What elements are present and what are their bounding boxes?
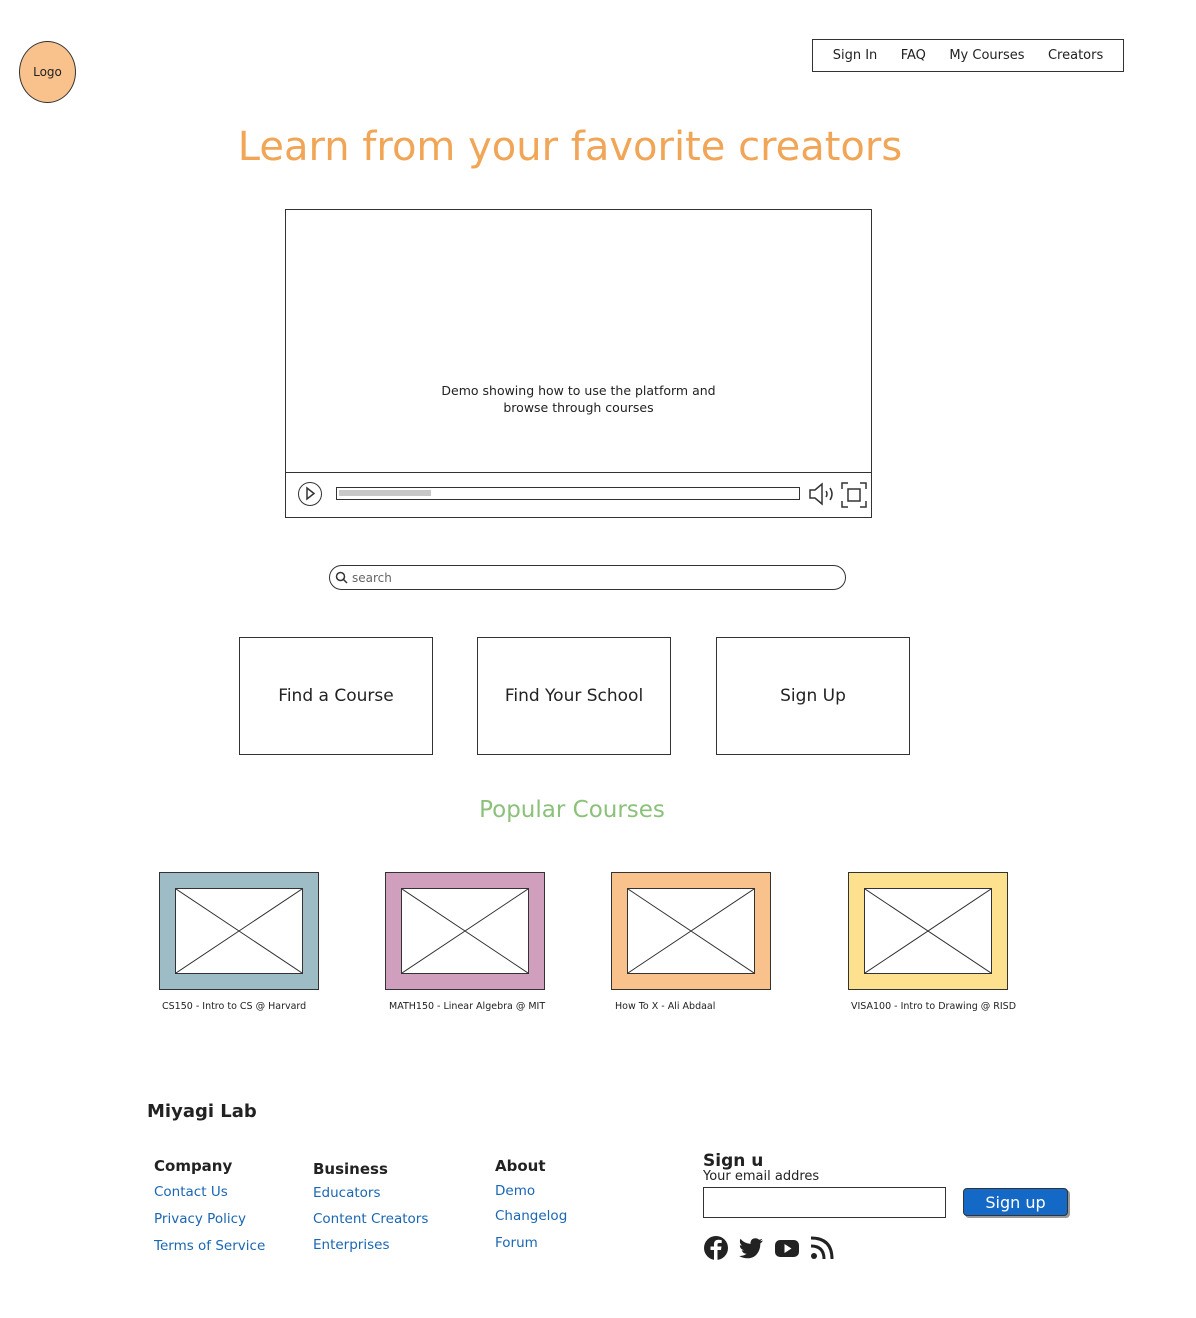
course-card-thumbnail[interactable] (848, 872, 1008, 990)
nav-faq[interactable]: FAQ (901, 48, 926, 63)
youtube-icon[interactable] (774, 1235, 800, 1261)
play-icon (306, 486, 316, 501)
image-placeholder (175, 888, 303, 974)
logo[interactable]: Logo (19, 41, 76, 103)
sign-up-button[interactable]: Sign Up (716, 637, 910, 755)
rss-icon[interactable] (809, 1235, 835, 1261)
search-bar (329, 565, 846, 590)
image-placeholder (401, 888, 529, 974)
search-input[interactable] (350, 568, 834, 588)
image-placeholder (864, 888, 992, 974)
footer-link-demo[interactable]: Demo (495, 1183, 535, 1199)
course-label[interactable]: MATH150 - Linear Algebra @ MIT (389, 1001, 545, 1012)
image-placeholder-icon (865, 889, 991, 973)
image-placeholder (627, 888, 755, 974)
course-label[interactable]: VISA100 - Intro to Drawing @ RISD (851, 1001, 1016, 1012)
fullscreen-icon[interactable] (841, 482, 867, 508)
footer-brand: Miyagi Lab (147, 1101, 257, 1122)
video-controls (286, 472, 871, 517)
facebook-icon[interactable] (703, 1235, 729, 1261)
logo-label: Logo (33, 65, 62, 79)
image-placeholder-icon (176, 889, 302, 973)
email-label: Your email addres (703, 1169, 820, 1184)
image-placeholder-icon (402, 889, 528, 973)
nav-creators[interactable]: Creators (1048, 48, 1103, 63)
nav-my-courses[interactable]: My Courses (949, 48, 1024, 63)
video-caption-line-1: Demo showing how to use the platform and (441, 383, 716, 398)
image-placeholder-icon (628, 889, 754, 973)
twitter-icon[interactable] (738, 1235, 764, 1261)
footer-link-content-creators[interactable]: Content Creators (313, 1211, 428, 1227)
newsletter-heading: Sign u (703, 1151, 764, 1171)
footer-heading-about: About (495, 1157, 546, 1175)
footer-link-forum[interactable]: Forum (495, 1235, 538, 1251)
email-field[interactable] (703, 1187, 946, 1218)
find-school-button[interactable]: Find Your School (477, 637, 671, 755)
search-icon (335, 571, 348, 584)
video-progress-fill (339, 490, 431, 496)
footer-link-changelog[interactable]: Changelog (495, 1208, 567, 1224)
course-card-thumbnail[interactable] (159, 872, 319, 990)
top-nav: Sign In FAQ My Courses Creators (812, 39, 1124, 72)
find-course-button[interactable]: Find a Course (239, 637, 433, 755)
video-caption: Demo showing how to use the platform and… (286, 382, 871, 416)
course-card-thumbnail[interactable] (385, 872, 545, 990)
volume-icon[interactable] (807, 482, 839, 506)
footer-link-contact-us[interactable]: Contact Us (154, 1184, 228, 1200)
footer-link-educators[interactable]: Educators (313, 1185, 381, 1201)
newsletter-signup-button[interactable]: Sign up (963, 1188, 1068, 1216)
footer-heading-company: Company (154, 1157, 233, 1175)
course-label[interactable]: How To X - Ali Abdaal (615, 1001, 715, 1012)
footer-heading-business: Business (313, 1160, 388, 1178)
video-progress-bar[interactable] (336, 487, 800, 500)
demo-video[interactable]: Demo showing how to use the platform and… (285, 209, 872, 518)
footer-link-privacy-policy[interactable]: Privacy Policy (154, 1211, 246, 1227)
video-caption-line-2: browse through courses (503, 400, 654, 415)
popular-courses-title: Popular Courses (479, 797, 665, 823)
play-button[interactable] (298, 482, 322, 506)
footer-link-terms-of-service[interactable]: Terms of Service (154, 1238, 265, 1254)
hero-title: Learn from your favorite creators (237, 124, 903, 170)
course-label[interactable]: CS150 - Intro to CS @ Harvard (162, 1001, 306, 1012)
course-card-thumbnail[interactable] (611, 872, 771, 990)
footer-link-enterprises[interactable]: Enterprises (313, 1237, 389, 1253)
nav-sign-in[interactable]: Sign In (833, 48, 878, 63)
